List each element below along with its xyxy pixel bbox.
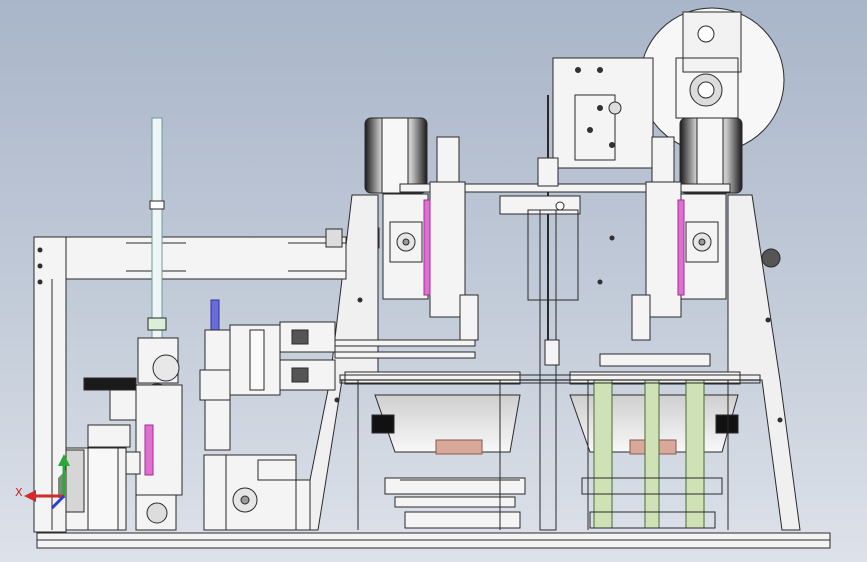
dark-roller-left bbox=[364, 117, 428, 194]
motor-bottom-left bbox=[203, 454, 311, 531]
triad-x-label: X bbox=[15, 486, 23, 499]
vertical-guide-rod bbox=[147, 117, 167, 339]
left-conveyor-tray bbox=[344, 371, 526, 529]
frame-right-leg bbox=[727, 194, 801, 531]
left-feeder-assembly bbox=[65, 337, 183, 531]
cad-viewport[interactable]: X bbox=[0, 0, 867, 562]
dark-roller-right bbox=[679, 117, 743, 194]
assembly-drawing bbox=[24, 7, 831, 549]
